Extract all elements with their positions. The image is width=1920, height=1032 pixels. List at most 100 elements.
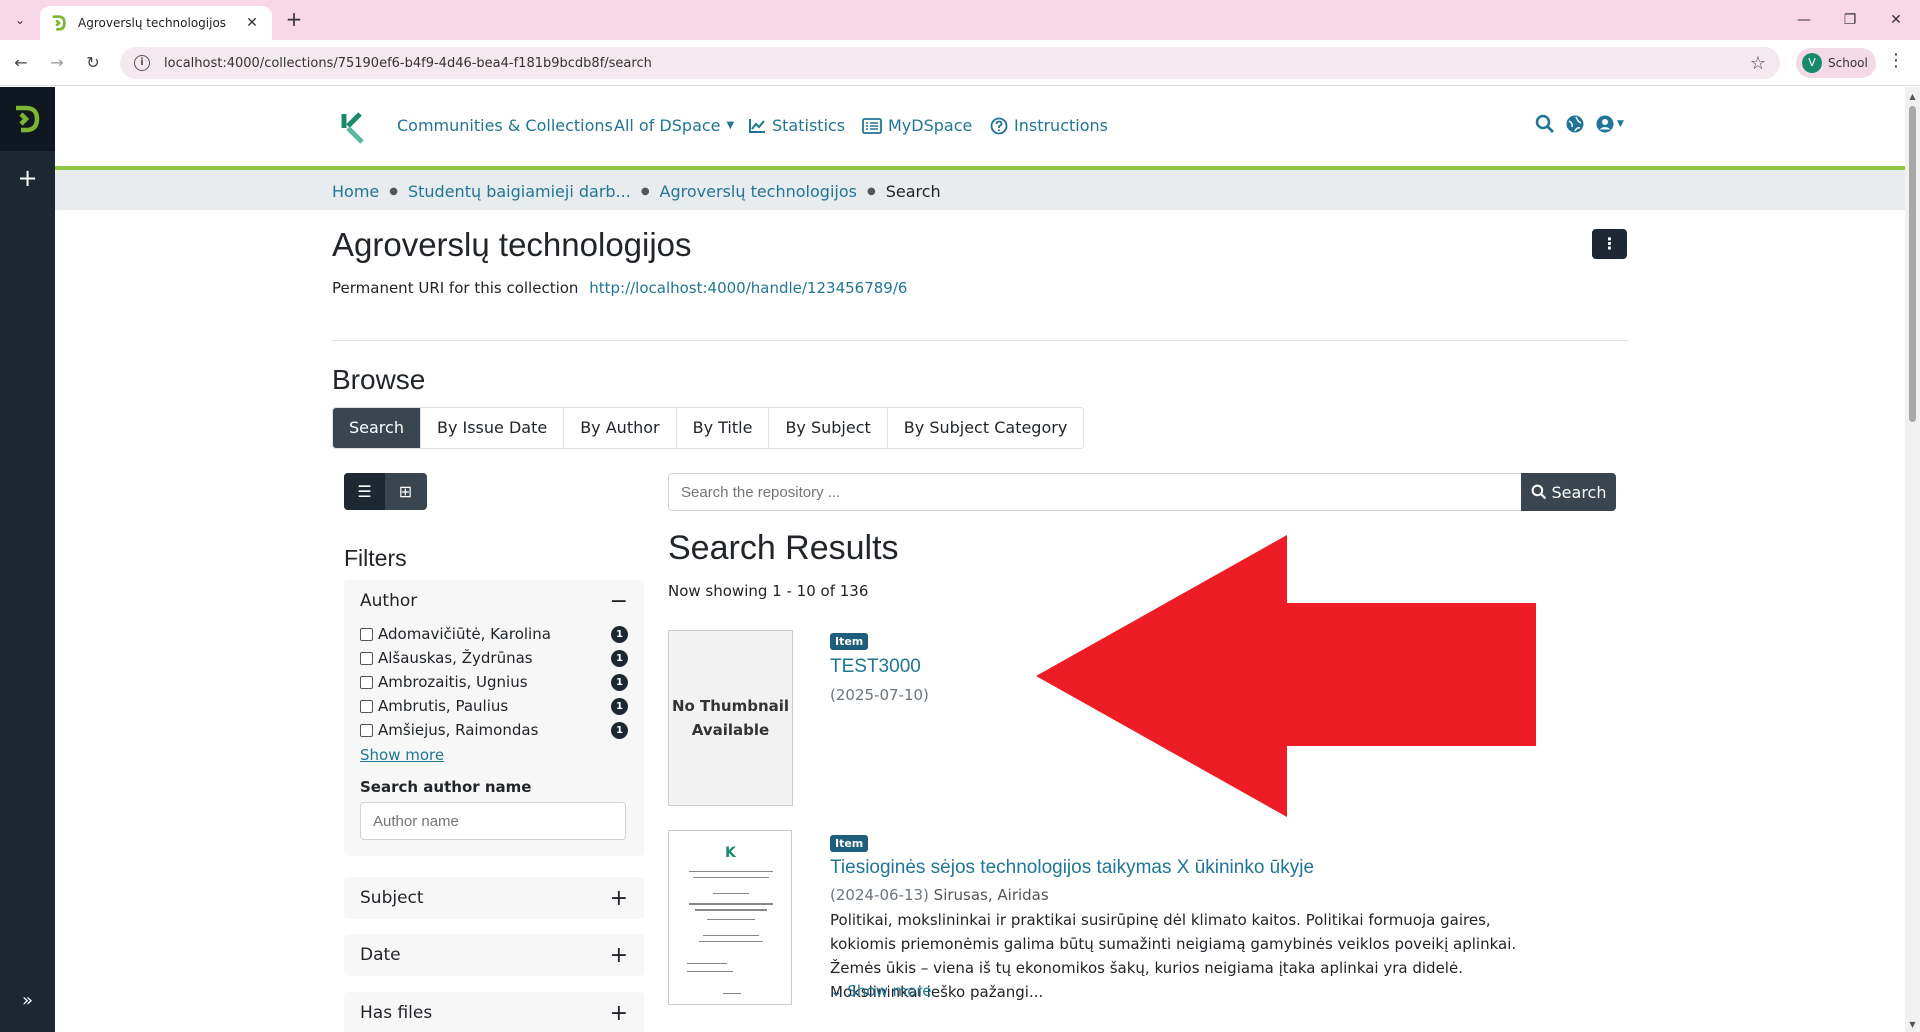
show-more-abstract-link[interactable]: ⌄ Show more bbox=[830, 982, 931, 1000]
show-more-authors-link[interactable]: Show more bbox=[360, 746, 628, 764]
expand-icon[interactable]: + bbox=[610, 1001, 628, 1026]
site-logo-icon[interactable] bbox=[340, 110, 368, 144]
facet-option[interactable]: Amšiejus, Raimondas 1 bbox=[360, 718, 628, 742]
count-badge: 1 bbox=[611, 649, 628, 667]
result-title-link[interactable]: TEST3000 bbox=[830, 656, 921, 678]
scroll-down-icon[interactable]: ▼ bbox=[1905, 1020, 1920, 1029]
page-title: Agroverslų technologijos bbox=[332, 226, 692, 263]
checkbox[interactable] bbox=[360, 651, 373, 665]
facet-option-label: Alšauskas, Žydrūnas bbox=[378, 649, 533, 667]
search-icon[interactable] bbox=[1535, 114, 1555, 134]
facet-option-label: Ambrozaitis, Ugnius bbox=[378, 673, 528, 691]
facet-option-label: Amšiejus, Raimondas bbox=[378, 721, 539, 739]
facet-subject[interactable]: Subject + bbox=[344, 877, 644, 919]
nav-all-dspace[interactable]: All of DSpace ▼ bbox=[614, 116, 734, 135]
facet-option[interactable]: Ambrozaitis, Ugnius 1 bbox=[360, 670, 628, 694]
tab-close-icon[interactable]: ✕ bbox=[242, 15, 262, 31]
view-mode-toggle: ☰ ⊞ bbox=[344, 473, 427, 510]
url-field[interactable]: i localhost:4000/collections/75190ef6-b4… bbox=[120, 47, 1780, 79]
nav-statistics[interactable]: Statistics bbox=[748, 116, 845, 135]
filters-title: Filters bbox=[344, 545, 407, 571]
new-tab-icon[interactable]: + bbox=[282, 8, 306, 32]
context-menu-button[interactable]: ⋮ bbox=[1592, 229, 1627, 259]
site-info-icon[interactable]: i bbox=[134, 55, 150, 71]
author-search-label: Search author name bbox=[360, 778, 532, 796]
tab-title: Agroverslų technologijos bbox=[78, 16, 227, 30]
tab-by-subject[interactable]: By Subject bbox=[769, 408, 888, 448]
divider bbox=[332, 340, 1628, 341]
facet-subject-label: Subject bbox=[360, 888, 424, 908]
result-title-link[interactable]: Tiesioginės sėjos technologijos taikymas… bbox=[830, 857, 1314, 879]
tab-search-icon[interactable]: ⌄ bbox=[8, 8, 32, 32]
nav-instructions[interactable]: Instructions bbox=[990, 116, 1108, 135]
results-title: Search Results bbox=[668, 529, 899, 567]
scroll-up-icon[interactable]: ▲ bbox=[1905, 92, 1920, 101]
expand-sidebar-icon[interactable]: » bbox=[0, 990, 55, 1011]
back-icon[interactable]: ← bbox=[8, 50, 34, 76]
facet-date[interactable]: Date + bbox=[344, 934, 644, 976]
breadcrumb-home[interactable]: Home bbox=[332, 182, 379, 201]
facet-option-label: Adomavičiūtė, Karolina bbox=[378, 625, 551, 643]
grid-view-icon[interactable]: ⊞ bbox=[385, 473, 426, 510]
count-badge: 1 bbox=[611, 673, 628, 691]
expand-icon[interactable]: + bbox=[610, 943, 628, 968]
checkbox[interactable] bbox=[360, 699, 373, 713]
nav-statistics-label: Statistics bbox=[772, 116, 846, 135]
permanent-uri: Permanent URI for this collection http:/… bbox=[332, 279, 907, 297]
uri-link[interactable]: http://localhost:4000/handle/123456789/6 bbox=[589, 279, 907, 297]
scrollbar-thumb[interactable] bbox=[1909, 106, 1916, 422]
add-icon[interactable]: + bbox=[0, 164, 55, 192]
tab-by-title[interactable]: By Title bbox=[676, 408, 770, 448]
nav-all-dspace-label: All of DSpace bbox=[614, 116, 721, 135]
globe-icon[interactable] bbox=[1565, 114, 1585, 134]
close-window-icon[interactable]: ✕ bbox=[1876, 6, 1916, 34]
browser-tab[interactable]: Agroverslų technologijos ✕ bbox=[40, 6, 272, 40]
nav-communities-collections[interactable]: Communities & Collections bbox=[397, 116, 613, 135]
bookmark-star-icon[interactable]: ☆ bbox=[1750, 53, 1766, 74]
red-arrow-annotation bbox=[1036, 535, 1536, 817]
reload-icon[interactable]: ↻ bbox=[80, 50, 106, 76]
facet-option[interactable]: Ambrutis, Paulius 1 bbox=[360, 694, 628, 718]
forward-icon[interactable]: → bbox=[44, 50, 70, 76]
checkbox[interactable] bbox=[360, 675, 373, 689]
restore-icon[interactable]: ❐ bbox=[1830, 6, 1870, 34]
expand-icon[interactable]: + bbox=[610, 886, 628, 911]
profile-button[interactable]: V School bbox=[1796, 48, 1876, 78]
browser-tab-bar: ⌄ Agroverslų technologijos ✕ + — ❐ ✕ bbox=[0, 0, 1920, 40]
breadcrumb-community[interactable]: Studentų baigiamieji darb... bbox=[408, 182, 631, 201]
author-name-input[interactable] bbox=[360, 802, 626, 840]
breadcrumb-collection[interactable]: Agroverslų technologijos bbox=[660, 182, 857, 201]
chart-icon bbox=[749, 118, 765, 133]
tab-by-issue-date[interactable]: By Issue Date bbox=[420, 408, 565, 448]
facet-option[interactable]: Alšauskas, Žydrūnas 1 bbox=[360, 646, 628, 670]
checkbox[interactable] bbox=[360, 723, 373, 737]
collapse-icon[interactable]: − bbox=[610, 589, 628, 614]
search-button[interactable]: Search bbox=[1521, 473, 1616, 511]
result-thumbnail[interactable]: K bbox=[668, 830, 792, 1005]
list-view-icon[interactable]: ☰ bbox=[344, 473, 385, 510]
minimize-icon[interactable]: — bbox=[1784, 6, 1824, 34]
result-author[interactable]: Sirusas, Airidas bbox=[934, 886, 1049, 904]
facet-date-label: Date bbox=[360, 945, 401, 965]
user-menu[interactable]: ▼ bbox=[1595, 114, 1624, 134]
tab-search[interactable]: Search bbox=[333, 408, 421, 448]
result-thumbnail-placeholder[interactable]: No Thumbnail Available bbox=[668, 630, 793, 806]
facet-has-files[interactable]: Has files + bbox=[344, 992, 644, 1032]
caret-down-icon: ▼ bbox=[1617, 119, 1624, 129]
tab-by-author[interactable]: By Author bbox=[564, 408, 677, 448]
facet-option[interactable]: Adomavičiūtė, Karolina 1 bbox=[360, 622, 628, 646]
address-bar: ← → ↻ i localhost:4000/collections/75190… bbox=[0, 40, 1920, 86]
checkbox[interactable] bbox=[360, 627, 373, 641]
item-type-badge: Item bbox=[830, 835, 869, 852]
tab-by-subject-category[interactable]: By Subject Category bbox=[887, 408, 1084, 448]
dspace-logo-icon[interactable] bbox=[10, 102, 44, 136]
question-circle-icon bbox=[990, 117, 1008, 134]
browser-menu-icon[interactable]: ⋮ bbox=[1886, 50, 1906, 71]
admin-sidebar bbox=[0, 87, 55, 1032]
facet-author: Author − Adomavičiūtė, Karolina 1 Alšaus… bbox=[344, 580, 644, 856]
nav-mydspace[interactable]: MyDSpace bbox=[862, 116, 972, 135]
facet-author-header[interactable]: Author − bbox=[344, 580, 644, 622]
facet-option-label: Ambrutis, Paulius bbox=[378, 697, 509, 715]
result-date: (2024-06-13) bbox=[830, 886, 929, 904]
search-input[interactable] bbox=[668, 473, 1522, 511]
